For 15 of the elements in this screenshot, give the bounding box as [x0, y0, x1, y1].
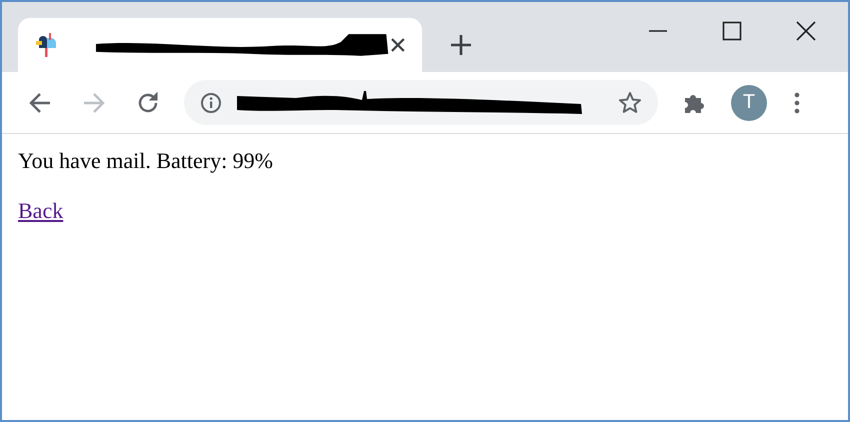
maximize-icon[interactable] [722, 21, 742, 41]
mailbox-icon [36, 32, 58, 58]
address-bar[interactable] [184, 80, 658, 125]
close-icon[interactable] [796, 21, 816, 41]
star-icon[interactable] [618, 90, 642, 114]
browser-tab[interactable] [18, 18, 422, 72]
close-tab-icon[interactable] [390, 37, 406, 53]
message-text: You have mail. Battery: 99% [18, 148, 274, 174]
info-icon[interactable] [200, 92, 222, 114]
new-tab-icon[interactable] [450, 34, 472, 56]
reload-icon[interactable] [136, 90, 160, 114]
back-arrow-icon[interactable] [28, 92, 52, 114]
menu-icon[interactable] [794, 92, 800, 114]
profile-avatar[interactable]: T [731, 84, 767, 120]
back-link[interactable]: Back [18, 198, 64, 223]
